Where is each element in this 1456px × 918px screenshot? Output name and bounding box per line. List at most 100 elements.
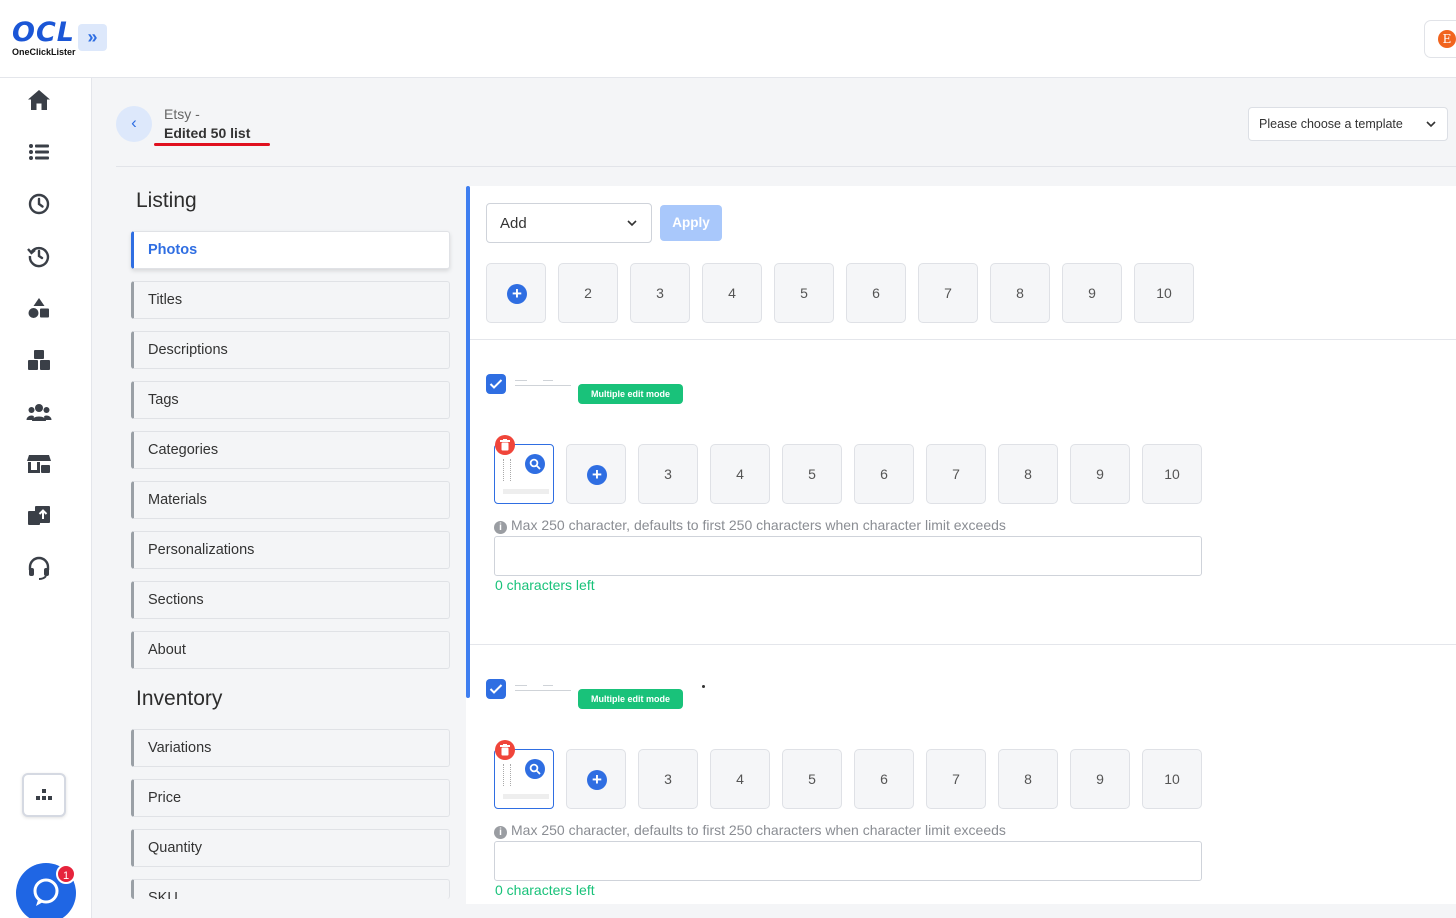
expand-sidebar-button[interactable]: » [78,24,107,51]
delete-photo-button[interactable] [495,435,515,455]
photo-slot[interactable]: 6 [854,749,914,809]
apply-button[interactable]: Apply [660,205,722,241]
add-photo-slot[interactable]: + [486,263,546,323]
listing-checkbox[interactable] [486,374,506,394]
photo-slot[interactable]: 7 [926,444,986,504]
headset-icon[interactable] [26,555,52,581]
check-icon [489,684,503,694]
section-item-titles[interactable]: Titles [131,281,450,319]
photo-slot[interactable]: 3 [630,263,690,323]
multiple-edit-badge: Multiple edit mode [578,384,683,404]
photo-slot[interactable]: 5 [782,749,842,809]
top-bar: OCL OneClickLister » E [0,0,1456,78]
title-dot [702,685,705,688]
history-icon[interactable] [26,243,52,269]
section-item-tags[interactable]: Tags [131,381,450,419]
delete-photo-button[interactable] [495,740,515,760]
etsy-icon: E [1438,30,1456,48]
alt-text-input[interactable] [494,536,1202,576]
section-item-variations[interactable]: Variations [131,729,450,767]
photo-slot[interactable]: 9 [1070,444,1130,504]
photo-slot[interactable]: 7 [918,263,978,323]
photo-slot[interactable]: 9 [1070,749,1130,809]
character-limit-hint: i Max 250 character, defaults to first 25… [494,822,1006,839]
search-icon [529,763,541,775]
characters-left-counter: 0 characters left [495,882,595,898]
users-icon[interactable] [26,399,52,425]
photo-slot[interactable]: 4 [710,749,770,809]
breadcrumb: Etsy - [164,106,200,122]
photo-slot[interactable]: 3 [638,749,698,809]
section-item-photos[interactable]: Photos [131,231,450,269]
photo-slot[interactable]: 8 [998,749,1058,809]
section-item-sections[interactable]: Sections [131,581,450,619]
header-divider [116,166,1456,167]
section-item-about[interactable]: About [131,631,450,669]
hint-text: Max 250 character, defaults to first 250… [511,517,1006,533]
chevron-left-icon: ‹ [131,113,137,132]
listing-checkbox[interactable] [486,679,506,699]
photo-slot[interactable]: 10 [1134,263,1194,323]
alt-text-input[interactable] [494,841,1202,881]
section-item-sku[interactable]: SKU [131,879,450,899]
logo-subtext: OneClickLister [12,47,76,57]
list-icon[interactable] [26,139,52,165]
photo-slot[interactable]: 8 [998,444,1058,504]
template-select[interactable]: Please choose a template [1248,107,1448,141]
photo-slot[interactable]: 7 [926,749,986,809]
section-item-categories[interactable]: Categories [131,431,450,469]
photo-slot[interactable]: 5 [774,263,834,323]
photo-slot[interactable]: 2 [558,263,618,323]
info-icon: i [494,521,507,534]
sitemap-button[interactable] [22,773,66,817]
left-navigation [0,78,92,918]
app-logo[interactable]: OCL OneClickLister [12,17,78,57]
shapes-icon[interactable] [26,295,52,321]
page-title: Edited 50 list [164,125,251,141]
bulk-action-value: Add [500,215,527,232]
photo-slot[interactable]: 4 [702,263,762,323]
photo-slot[interactable]: 10 [1142,749,1202,809]
title-underline [154,143,270,146]
add-photo-slot[interactable]: + [566,749,626,809]
bulk-action-select[interactable]: Add [486,203,652,243]
photo-slot[interactable]: 9 [1062,263,1122,323]
characters-left-counter: 0 characters left [495,577,595,593]
section-heading-inventory: Inventory [136,687,223,710]
photo-slot[interactable]: 8 [990,263,1050,323]
section-item-quantity[interactable]: Quantity [131,829,450,867]
zoom-photo-button[interactable] [525,759,545,779]
panel-scroll-indicator[interactable] [466,186,470,698]
home-icon[interactable] [26,87,52,113]
boxes-icon[interactable] [26,347,52,373]
section-heading-listing: Listing [136,189,197,212]
photo-slot[interactable]: 6 [846,263,906,323]
section-item-price[interactable]: Price [131,779,450,817]
photo-slot[interactable]: 10 [1142,444,1202,504]
photo-slot[interactable]: 4 [710,444,770,504]
search-icon [529,458,541,470]
store-switcher-button[interactable]: E [1424,20,1456,58]
zoom-photo-button[interactable] [525,454,545,474]
photo-slot[interactable]: 5 [782,444,842,504]
section-item-materials[interactable]: Materials [131,481,450,519]
plus-icon: + [587,770,607,790]
clock-icon[interactable] [26,191,52,217]
section-item-descriptions[interactable]: Descriptions [131,331,450,369]
row-divider [470,644,1456,645]
upload-icon[interactable] [26,503,52,529]
add-photo-slot[interactable]: + [566,444,626,504]
chevron-down-icon [1426,121,1436,128]
listing-title-placeholder [515,378,571,388]
back-button[interactable]: ‹ [116,106,152,142]
photo-slot[interactable]: 6 [854,444,914,504]
plus-icon: + [507,284,527,304]
store-icon[interactable] [26,451,52,477]
hint-text: Max 250 character, defaults to first 250… [511,822,1006,838]
section-item-personalizations[interactable]: Personalizations [131,531,450,569]
character-limit-hint: i Max 250 character, defaults to first 25… [494,517,1006,534]
photo-slot[interactable]: 3 [638,444,698,504]
logo-mark: OCL [12,17,75,48]
check-icon [489,379,503,389]
row-divider [470,339,1456,340]
